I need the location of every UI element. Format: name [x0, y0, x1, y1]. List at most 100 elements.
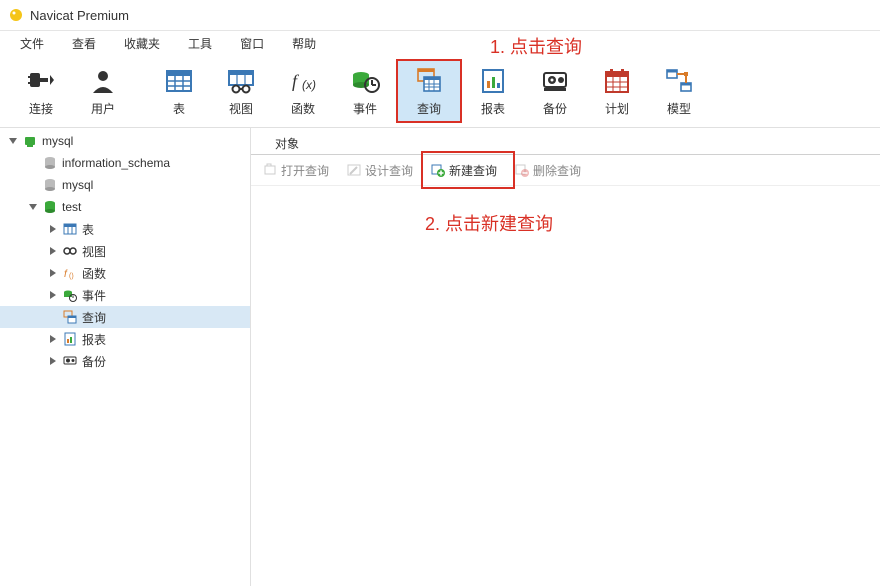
report-icon: [478, 66, 508, 96]
subtoolbar-delete-button[interactable]: 删除查询: [511, 160, 585, 181]
db-gray-icon: [42, 155, 58, 171]
app-title: Navicat Premium: [30, 8, 129, 23]
toolbar: 1. 点击查询 连接用户表视图f(x)函数事件查询报表备份计划模型: [0, 55, 880, 128]
toolbar-label: 报表: [481, 100, 505, 117]
delete-icon: [515, 163, 529, 177]
tree-row-5[interactable]: 视图: [0, 240, 250, 262]
subtoolbar: 打开查询 设计查询 新建查询 删除查询: [251, 155, 880, 186]
function-icon: f(x): [288, 66, 318, 96]
subtoolbar-label: 设计查询: [365, 162, 413, 179]
expander-icon[interactable]: [26, 200, 40, 214]
tree-row-9[interactable]: 报表: [0, 328, 250, 350]
tree-row-6[interactable]: f()函数: [0, 262, 250, 284]
user-icon: [88, 66, 118, 96]
subtoolbar-design-button[interactable]: 设计查询: [343, 160, 417, 181]
toolbar-table-button[interactable]: 表: [148, 61, 210, 121]
menu-item-5[interactable]: 帮助: [278, 33, 330, 54]
toolbar-label: 事件: [353, 100, 377, 117]
expander-icon: [46, 310, 60, 324]
tree-row-4[interactable]: 表: [0, 218, 250, 240]
tree-label: information_schema: [62, 156, 170, 170]
svg-text:(): (): [69, 273, 74, 280]
expander-icon[interactable]: [46, 332, 60, 346]
toolbar-label: 计划: [605, 100, 629, 117]
expander-icon[interactable]: [6, 134, 20, 148]
toolbar-query-button[interactable]: 查询: [396, 59, 462, 123]
tree-label: 事件: [82, 287, 106, 304]
plug-icon: [26, 66, 56, 96]
model-icon: [664, 66, 694, 96]
toolbar-model-button[interactable]: 模型: [648, 61, 710, 121]
tree-label: 表: [82, 221, 94, 238]
open-icon: [263, 163, 277, 177]
function-icon: f(): [62, 265, 78, 281]
tree-row-2[interactable]: mysql: [0, 174, 250, 196]
backup-icon: [540, 66, 570, 96]
tree-row-10[interactable]: 备份: [0, 350, 250, 372]
subtoolbar-open-button[interactable]: 打开查询: [259, 160, 333, 181]
toolbar-label: 备份: [543, 100, 567, 117]
menu-item-2[interactable]: 收藏夹: [110, 33, 174, 54]
expander-icon[interactable]: [46, 222, 60, 236]
sidebar: mysqlinformation_schemamysqltest表视图f()函数…: [0, 128, 251, 586]
tree-row-1[interactable]: information_schema: [0, 152, 250, 174]
tree-row-0[interactable]: mysql: [0, 130, 250, 152]
tree-row-3[interactable]: test: [0, 196, 250, 218]
toolbar-label: 查询: [417, 100, 441, 117]
menubar: 文件查看收藏夹工具窗口帮助: [0, 31, 880, 55]
tab-objects[interactable]: 对象: [259, 132, 315, 154]
app-logo-icon: [8, 7, 24, 23]
toolbar-event-button[interactable]: 事件: [334, 61, 396, 121]
tree-label: test: [62, 200, 81, 214]
expander-icon[interactable]: [46, 266, 60, 280]
table-icon: [164, 66, 194, 96]
view-icon: [226, 66, 256, 96]
subtoolbar-label: 新建查询: [449, 162, 497, 179]
backup-icon: [62, 353, 78, 369]
subtoolbar-label: 删除查询: [533, 162, 581, 179]
content: 对象 打开查询 设计查询 新建查询 删除查询 2. 点击新建查询: [251, 128, 880, 586]
toolbar-label: 模型: [667, 100, 691, 117]
tree-label: 视图: [82, 243, 106, 260]
menu-item-4[interactable]: 窗口: [226, 33, 278, 54]
expander-icon[interactable]: [46, 288, 60, 302]
toolbar-view-button[interactable]: 视图: [210, 61, 272, 121]
tree-row-7[interactable]: 事件: [0, 284, 250, 306]
db-gray-icon: [42, 177, 58, 193]
annotation-2: 2. 点击新建查询: [425, 210, 553, 236]
event-icon: [350, 66, 380, 96]
subtoolbar-new-button[interactable]: 新建查询: [427, 160, 501, 181]
toolbar-plug-button[interactable]: 连接: [10, 61, 72, 121]
toolbar-backup-button[interactable]: 备份: [524, 61, 586, 121]
tree-label: mysql: [42, 134, 73, 148]
menu-item-3[interactable]: 工具: [174, 33, 226, 54]
menu-item-0[interactable]: 文件: [6, 33, 58, 54]
toolbar-user-button[interactable]: 用户: [72, 61, 134, 121]
toolbar-schedule-button[interactable]: 计划: [586, 61, 648, 121]
toolbar-label: 视图: [229, 100, 253, 117]
tree-label: 报表: [82, 331, 106, 348]
conn-green-icon: [22, 133, 38, 149]
subtoolbar-label: 打开查询: [281, 162, 329, 179]
toolbar-report-button[interactable]: 报表: [462, 61, 524, 121]
expander-icon: [26, 156, 40, 170]
expander-icon: [26, 178, 40, 192]
event-icon: [62, 287, 78, 303]
menu-item-1[interactable]: 查看: [58, 33, 110, 54]
titlebar: Navicat Premium: [0, 0, 880, 31]
expander-icon[interactable]: [46, 244, 60, 258]
main: mysqlinformation_schemamysqltest表视图f()函数…: [0, 128, 880, 586]
new-icon: [431, 163, 445, 177]
toolbar-label: 连接: [29, 100, 53, 117]
expander-icon[interactable]: [46, 354, 60, 368]
report-icon: [62, 331, 78, 347]
svg-text:f: f: [64, 269, 68, 280]
tree-label: mysql: [62, 178, 93, 192]
toolbar-label: 用户: [91, 100, 115, 117]
tree-label: 函数: [82, 265, 106, 282]
toolbar-function-button[interactable]: f(x)函数: [272, 61, 334, 121]
svg-text:(x): (x): [302, 78, 316, 92]
tree-row-8[interactable]: 查询: [0, 306, 250, 328]
schedule-icon: [602, 66, 632, 96]
view-icon: [62, 243, 78, 259]
